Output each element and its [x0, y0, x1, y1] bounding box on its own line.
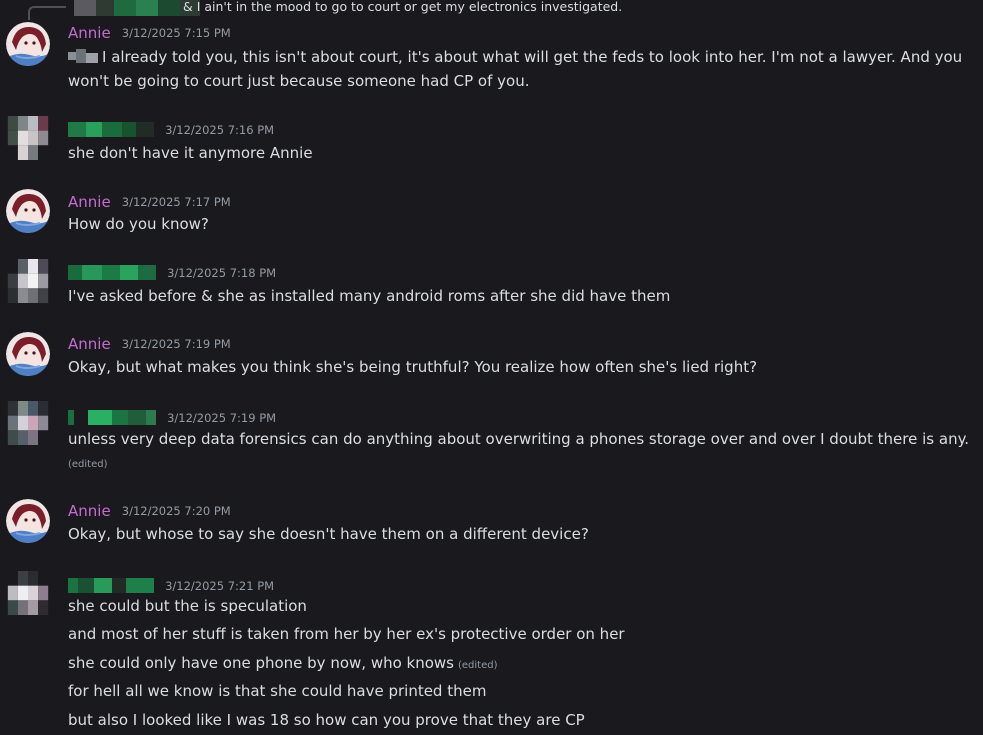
message-line: she could but the is speculation: [68, 597, 307, 615]
message-text: she could only have one phone by now, wh…: [68, 654, 454, 672]
chat-log: & I ain't in the mood to go to court or …: [0, 0, 983, 735]
redacted-username[interactable]: [68, 122, 154, 137]
redacted-username[interactable]: [68, 578, 154, 593]
message-header: Annie 3/12/2025 7:20 PM: [68, 500, 231, 520]
message-text: I already told you, this isn't about cou…: [102, 48, 963, 66]
message-line: Okay, but whose to say she doesn't have …: [68, 525, 589, 543]
timestamp[interactable]: 3/12/2025 7:20 PM: [122, 504, 231, 518]
redacted-username[interactable]: [68, 265, 156, 280]
edited-label: (edited): [458, 660, 498, 671]
timestamp[interactable]: 3/12/2025 7:19 PM: [122, 337, 231, 351]
reply-spine: [28, 6, 66, 20]
avatar[interactable]: [6, 499, 50, 543]
message-line: I've asked before & she as installed man…: [68, 287, 671, 305]
message-line: and most of her stuff is taken from her …: [68, 625, 625, 643]
message-line: she could only have one phone by now, wh…: [68, 651, 498, 678]
timestamp[interactable]: 3/12/2025 7:15 PM: [122, 26, 231, 40]
redacted-avatar-icon[interactable]: [6, 401, 50, 445]
username[interactable]: Annie: [68, 24, 111, 42]
avatar[interactable]: [6, 22, 50, 66]
redacted-mention: [68, 49, 98, 63]
message-header: 3/12/2025 7:19 PM: [68, 407, 276, 427]
message-header: 3/12/2025 7:16 PM: [68, 119, 274, 139]
message-header: 3/12/2025 7:21 PM: [68, 575, 274, 595]
username[interactable]: Annie: [68, 502, 111, 520]
timestamp[interactable]: 3/12/2025 7:19 PM: [167, 411, 276, 425]
message-line: but also I looked like I was 18 so how c…: [68, 711, 585, 729]
reply-text: & I ain't in the mood to go to court or …: [183, 0, 623, 14]
message-header: Annie 3/12/2025 7:17 PM: [68, 191, 231, 211]
message-header: 3/12/2025 7:18 PM: [68, 262, 276, 282]
timestamp[interactable]: 3/12/2025 7:17 PM: [122, 195, 231, 209]
message-header: Annie 3/12/2025 7:15 PM: [68, 22, 231, 42]
username[interactable]: Annie: [68, 335, 111, 353]
message-line: Okay, but what makes you think she's bei…: [68, 358, 758, 376]
redacted-avatar-icon[interactable]: [6, 116, 50, 160]
annie-avatar-icon: [6, 189, 50, 233]
timestamp[interactable]: 3/12/2025 7:18 PM: [167, 266, 276, 280]
message-line: won't be going to court just because som…: [68, 72, 530, 90]
message-line: unless very deep data forensics can do a…: [68, 430, 970, 448]
reply-preview[interactable]: & I ain't in the mood to go to court or …: [28, 0, 928, 20]
message-line: she don't have it anymore Annie: [68, 144, 313, 162]
timestamp[interactable]: 3/12/2025 7:21 PM: [165, 579, 274, 593]
redacted-avatar-icon[interactable]: [6, 571, 50, 615]
redacted-avatar-icon[interactable]: [6, 259, 50, 303]
avatar[interactable]: [6, 189, 50, 233]
username[interactable]: Annie: [68, 193, 111, 211]
edited-label: (edited): [68, 459, 108, 470]
message-line: How do you know?: [68, 215, 209, 233]
annie-avatar-icon: [6, 499, 50, 543]
timestamp[interactable]: 3/12/2025 7:16 PM: [165, 123, 274, 137]
redacted-username[interactable]: [68, 410, 156, 425]
message-line: for hell all we know is that she could h…: [68, 682, 487, 700]
message-line: I already told you, this isn't about cou…: [68, 45, 962, 69]
annie-avatar-icon: [6, 332, 50, 376]
avatar[interactable]: [6, 332, 50, 376]
annie-avatar-icon: [6, 22, 50, 66]
message-header: Annie 3/12/2025 7:19 PM: [68, 333, 231, 353]
